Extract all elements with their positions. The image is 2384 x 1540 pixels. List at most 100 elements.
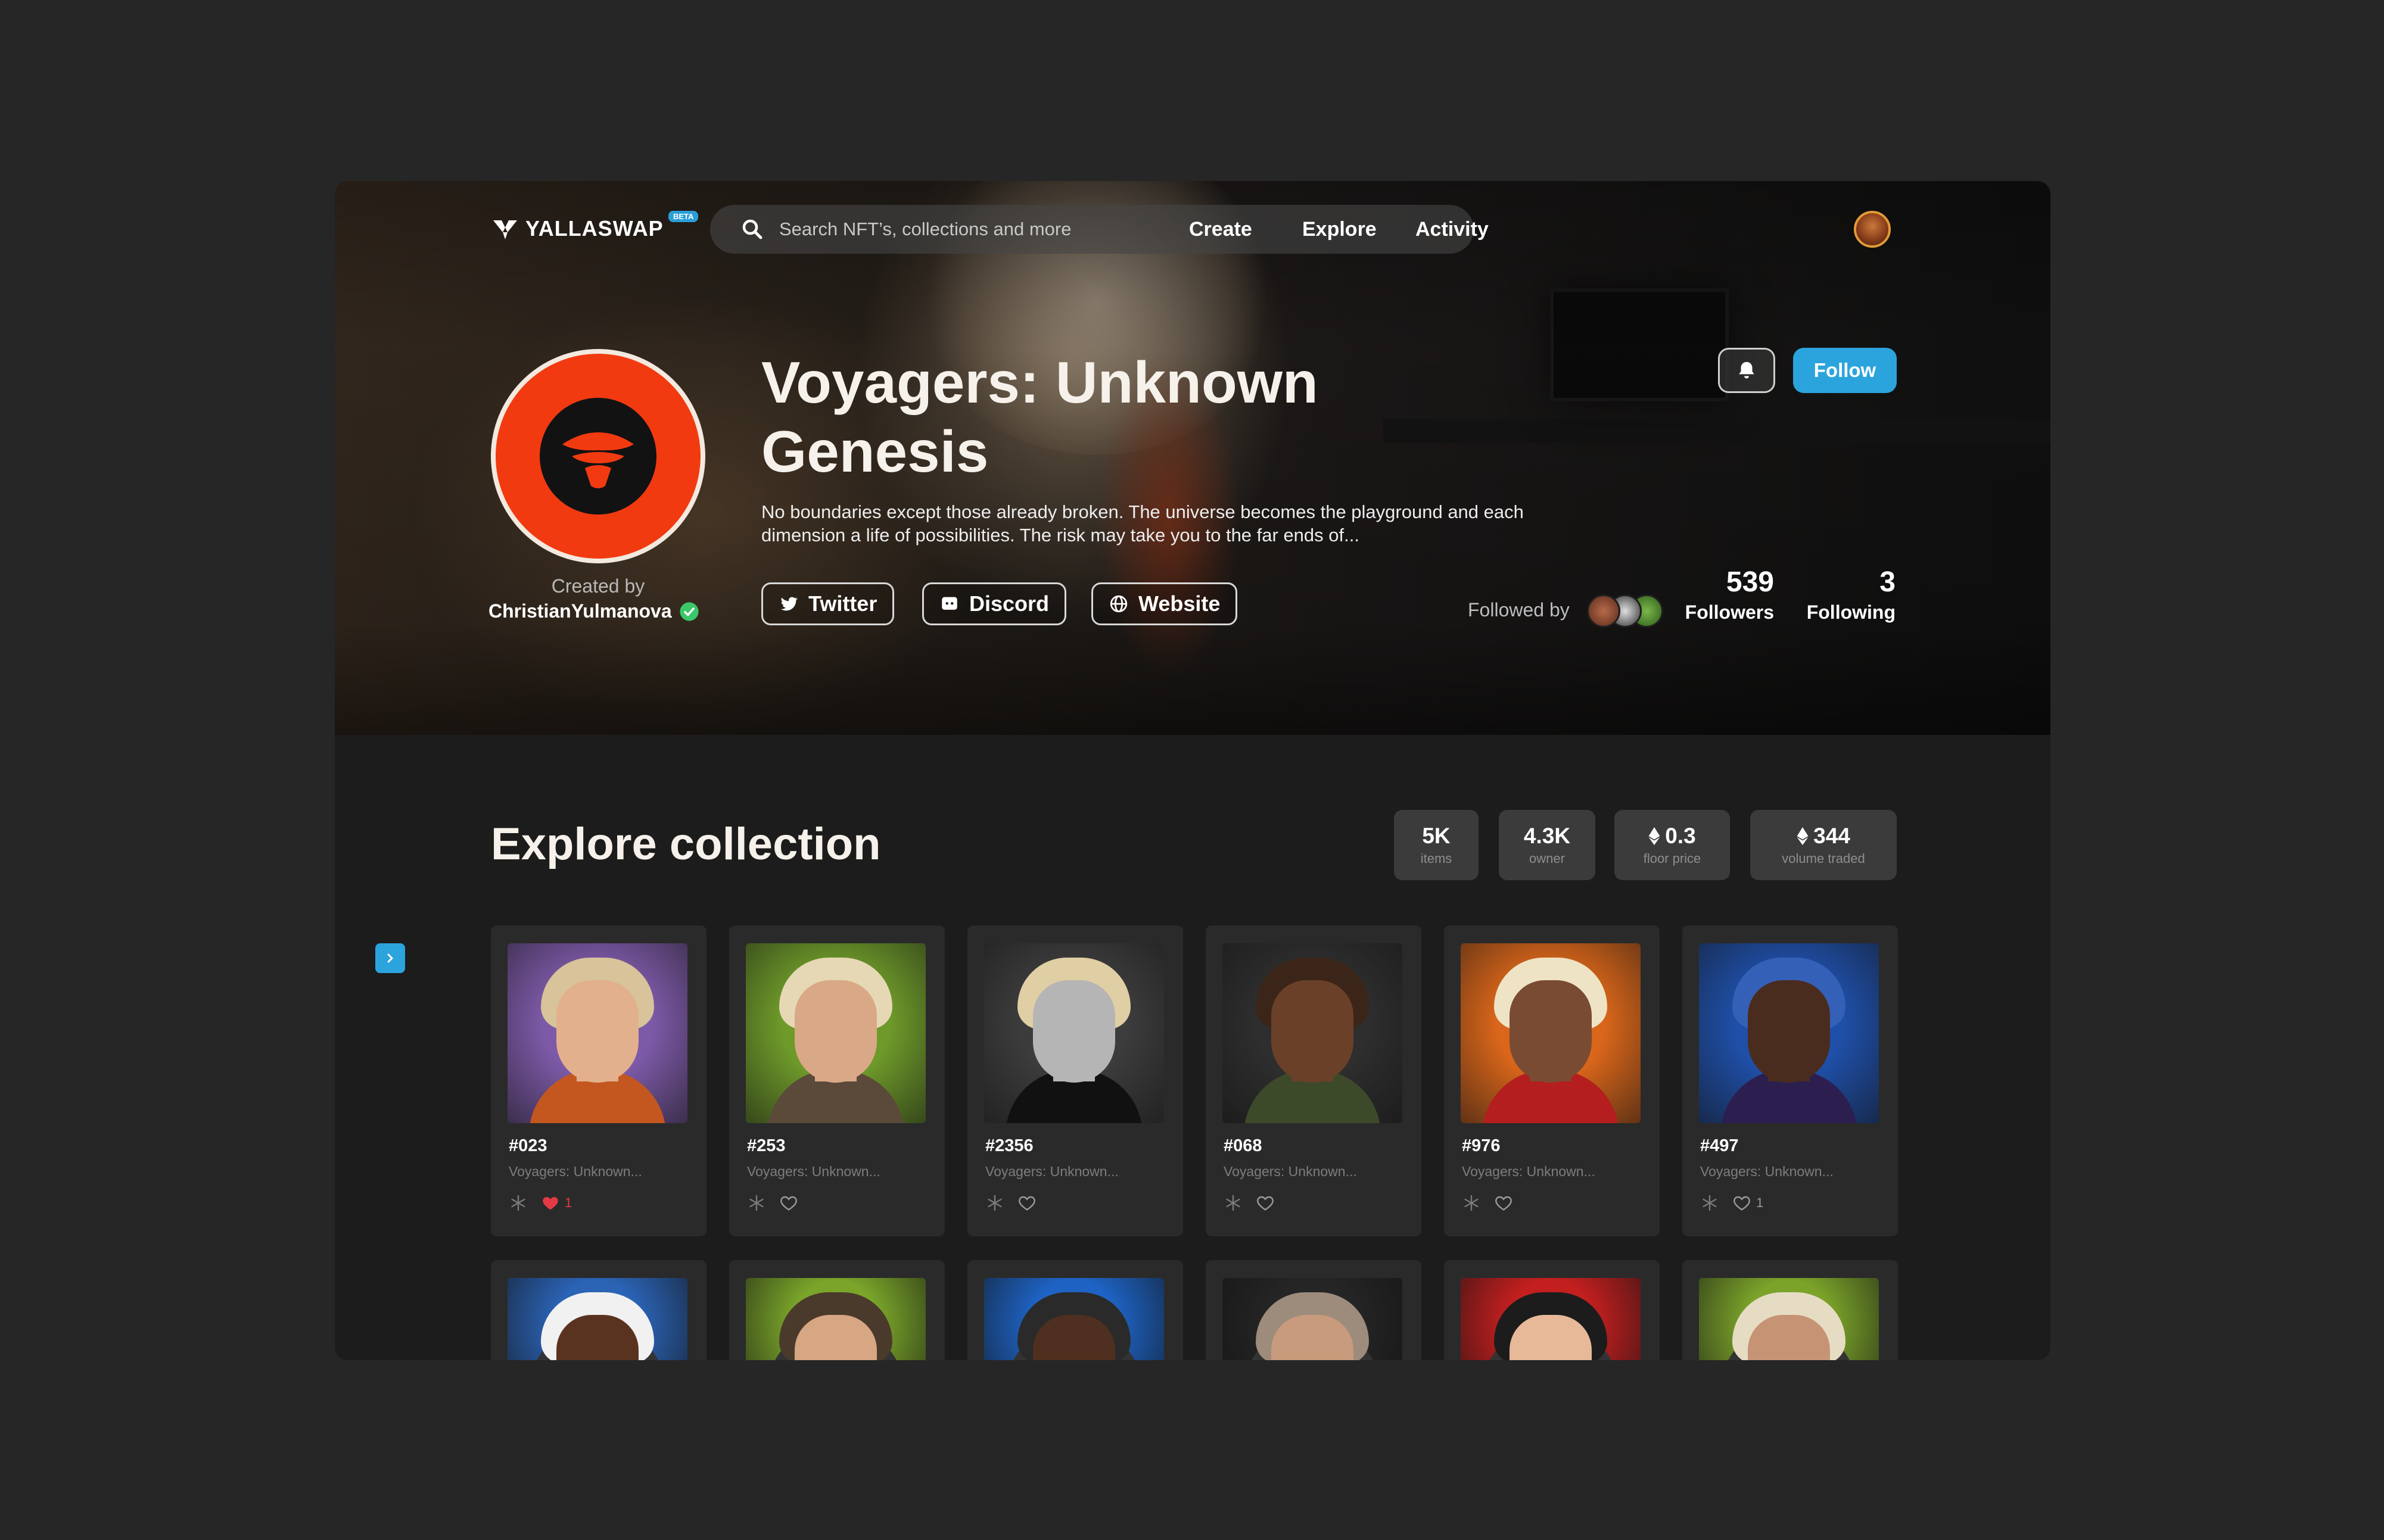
nav-activity[interactable]: Activity xyxy=(1415,218,1489,241)
heart-icon[interactable] xyxy=(779,1193,798,1212)
nft-name[interactable]: #497 xyxy=(1700,1136,1739,1156)
heart-icon[interactable] xyxy=(1494,1193,1513,1212)
nft-card[interactable] xyxy=(1444,1260,1660,1360)
nft-name[interactable]: #976 xyxy=(1462,1136,1501,1156)
heart-filled-icon[interactable] xyxy=(541,1193,560,1212)
stat-volume-label: volume traded xyxy=(1782,851,1865,866)
filter-panel-toggle[interactable] xyxy=(375,943,405,973)
avatar-face xyxy=(1510,980,1592,1083)
nft-name[interactable]: #253 xyxy=(747,1136,786,1156)
nft-card[interactable] xyxy=(967,1260,1183,1360)
follower-avatar[interactable] xyxy=(1587,594,1620,628)
discord-label: Discord xyxy=(969,591,1050,616)
nft-image[interactable] xyxy=(1461,943,1641,1123)
heart-icon[interactable] xyxy=(1256,1193,1275,1212)
stat-items-value: 5K xyxy=(1422,824,1451,848)
avatar-face xyxy=(1033,980,1115,1083)
nft-card[interactable] xyxy=(491,1260,707,1360)
nft-actions xyxy=(1462,1193,1518,1212)
snowflake-icon[interactable] xyxy=(1700,1193,1719,1212)
user-avatar[interactable] xyxy=(1854,211,1891,248)
nft-actions: 1 xyxy=(509,1193,572,1212)
nft-card[interactable] xyxy=(1682,1260,1898,1360)
stat-items-label: items xyxy=(1420,851,1452,866)
search-icon xyxy=(742,219,762,239)
creator-link[interactable]: ChristianYulmanova xyxy=(488,600,699,622)
stat-owner: 4.3K owner xyxy=(1499,810,1595,880)
nft-name[interactable]: #068 xyxy=(1224,1136,1262,1156)
website-link[interactable]: Website xyxy=(1091,582,1238,625)
stat-items: 5K items xyxy=(1394,810,1479,880)
twitter-label: Twitter xyxy=(808,591,877,616)
nft-card[interactable]: #497 Voyagers: Unknown... 1 xyxy=(1682,925,1898,1236)
avatar-face xyxy=(1748,980,1830,1083)
top-nav: YALLASWAP BETA Create Explore Activity xyxy=(335,181,2050,276)
notify-button[interactable] xyxy=(1718,348,1775,393)
heart-icon[interactable] xyxy=(1732,1193,1751,1212)
nft-image[interactable] xyxy=(1461,1278,1641,1360)
nft-card[interactable]: #976 Voyagers: Unknown... xyxy=(1444,925,1660,1236)
stat-volume: 344 volume traded xyxy=(1750,810,1897,880)
nft-image[interactable] xyxy=(1699,1278,1879,1360)
brand-mark-icon xyxy=(493,220,517,239)
nft-actions xyxy=(1224,1193,1280,1212)
heart-icon[interactable] xyxy=(1017,1193,1037,1212)
nft-actions xyxy=(985,1193,1041,1212)
following-label[interactable]: Following xyxy=(1788,601,1896,624)
stat-floor-price-value: 0.3 xyxy=(1665,824,1696,848)
explore-title: Explore collection xyxy=(491,819,881,869)
stat-floor-price-label: floor price xyxy=(1643,851,1701,866)
chevron-right-icon xyxy=(387,953,393,963)
nft-collection-name: Voyagers: Unknown... xyxy=(509,1164,642,1179)
snowflake-icon[interactable] xyxy=(509,1193,528,1212)
discord-link[interactable]: Discord xyxy=(922,582,1067,625)
collection-avatar-mark xyxy=(496,354,701,559)
like-count: 1 xyxy=(1756,1195,1764,1210)
nft-card[interactable] xyxy=(729,1260,945,1360)
like-count: 1 xyxy=(565,1195,572,1210)
nft-image[interactable] xyxy=(508,1278,687,1360)
nft-name[interactable]: #2356 xyxy=(985,1136,1034,1156)
nft-image[interactable] xyxy=(746,1278,926,1360)
twitter-link[interactable]: Twitter xyxy=(761,582,895,625)
nav-explore[interactable]: Explore xyxy=(1302,218,1377,241)
nft-actions: 1 xyxy=(1700,1193,1763,1212)
nft-image[interactable] xyxy=(508,943,687,1123)
snowflake-icon[interactable] xyxy=(747,1193,766,1212)
nft-image[interactable] xyxy=(984,1278,1164,1360)
followers-count[interactable]: 539 xyxy=(1691,566,1774,598)
nav-create[interactable]: Create xyxy=(1189,218,1252,241)
app-window: YALLASWAP BETA Create Explore Activity xyxy=(335,181,2050,1360)
nft-card[interactable]: #068 Voyagers: Unknown... xyxy=(1206,925,1421,1236)
nft-image[interactable] xyxy=(984,943,1164,1123)
nft-image[interactable] xyxy=(1222,1278,1402,1360)
collection-banner: YALLASWAP BETA Create Explore Activity xyxy=(335,181,2050,735)
bell-icon xyxy=(1739,361,1754,379)
nft-image[interactable] xyxy=(746,943,926,1123)
nft-card[interactable]: #023 Voyagers: Unknown... 1 xyxy=(491,925,707,1236)
stat-owner-label: owner xyxy=(1529,851,1565,866)
stat-owner-value: 4.3K xyxy=(1523,824,1571,848)
beta-badge: BETA xyxy=(668,211,699,222)
avatar-face xyxy=(556,980,639,1083)
follow-button[interactable]: Follow xyxy=(1793,348,1897,393)
following-count[interactable]: 3 xyxy=(1800,566,1896,598)
globe-icon xyxy=(1110,595,1128,613)
nft-image[interactable] xyxy=(1699,943,1879,1123)
nft-card[interactable]: #253 Voyagers: Unknown... xyxy=(729,925,945,1236)
follower-avatars[interactable] xyxy=(1587,594,1664,628)
nft-image[interactable] xyxy=(1222,943,1402,1123)
snowflake-icon[interactable] xyxy=(1224,1193,1243,1212)
snowflake-icon[interactable] xyxy=(1462,1193,1481,1212)
twitter-icon xyxy=(780,597,798,611)
brand-name: YALLASWAP xyxy=(525,216,664,241)
website-label: Website xyxy=(1138,591,1221,616)
nft-card[interactable] xyxy=(1206,1260,1421,1360)
brand-logo[interactable]: YALLASWAP BETA xyxy=(491,211,699,243)
followers-label[interactable]: Followers xyxy=(1679,601,1774,624)
avatar-face xyxy=(795,980,877,1083)
snowflake-icon[interactable] xyxy=(985,1193,1004,1212)
nft-card[interactable]: #2356 Voyagers: Unknown... xyxy=(967,925,1183,1236)
discord-icon xyxy=(942,597,957,610)
nft-name[interactable]: #023 xyxy=(509,1136,547,1156)
